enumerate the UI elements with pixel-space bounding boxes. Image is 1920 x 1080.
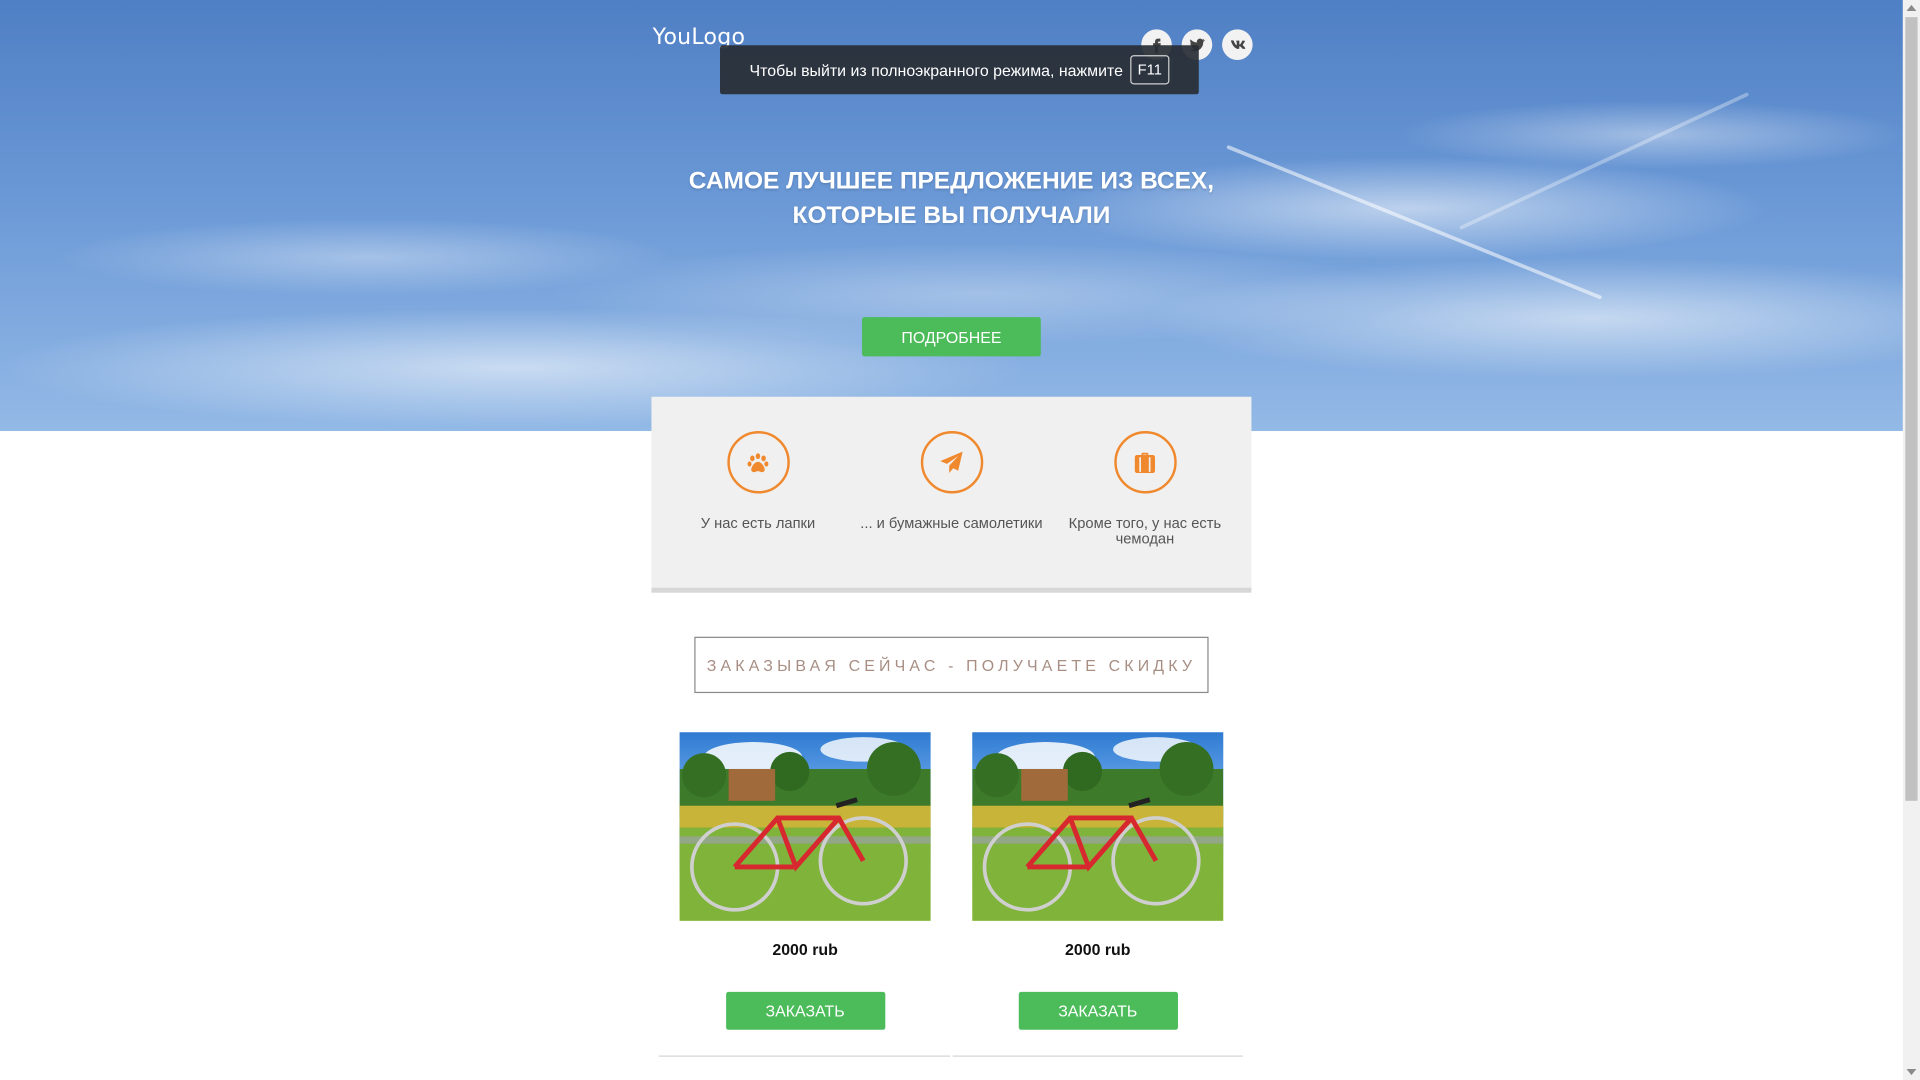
paper-plane-icon — [920, 431, 983, 494]
product-price: 2000 rub — [772, 940, 838, 959]
f11-key-badge: F11 — [1130, 55, 1170, 85]
product-price: 2000 rub — [1065, 940, 1131, 959]
red-bicycle-photo[interactable] — [679, 732, 931, 921]
feature-item: Кроме того, у нас есть чемодан — [1053, 431, 1237, 547]
more-details-button[interactable]: ПОДРОБНЕЕ — [862, 317, 1041, 357]
paw-icon — [726, 431, 790, 494]
red-bicycle-photo[interactable] — [972, 732, 1224, 921]
feature-item: ... и бумажные самолетики — [860, 431, 1044, 531]
page: YouLogo САМОЕ ЛУЧШЕЕ ПРЕДЛОЖЕНИЕ ИЗ ВСЕХ… — [0, 0, 1920, 1080]
product-card: 2000 rub ЗАКАЗАТЬ — [972, 732, 1224, 1030]
fullscreen-notice-text: Чтобы выйти из полноэкранного режима, на… — [749, 60, 1123, 79]
hero-headline-line-1: САМОЕ ЛУЧШЕЕ ПРЕДЛОЖЕНИЕ ИЗ ВСЕХ, — [688, 167, 1215, 195]
feature-text: ... и бумажные самолетики — [860, 514, 1043, 532]
sky-streak — [1459, 92, 1750, 230]
hero-headline-line-2: КОТОРЫЕ ВЫ ПОЛУЧАЛИ — [792, 202, 1111, 229]
scroll-up-icon[interactable] — [1906, 4, 1917, 12]
features-panel: У нас есть лапки ... и бумажные самолети… — [651, 396, 1252, 593]
feature-item: У нас есть лапки — [666, 431, 850, 531]
feature-text: Кроме того, у нас есть чемодан — [1068, 514, 1222, 548]
page-scrollbar[interactable] — [1902, 0, 1920, 1080]
vk-icon[interactable] — [1222, 29, 1253, 61]
scroll-down-icon[interactable] — [1906, 1068, 1917, 1076]
order-button[interactable]: ЗАКАЗАТЬ — [1018, 991, 1178, 1030]
product-divider — [658, 1055, 951, 1057]
fullscreen-exit-notice: Чтобы выйти из полноэкранного режима, на… — [720, 45, 1199, 95]
product-divider — [952, 1055, 1243, 1057]
order-button[interactable]: ЗАКАЗАТЬ — [725, 991, 885, 1030]
scrollbar-thumb[interactable] — [1905, 17, 1918, 801]
discount-banner: ЗАКАЗЫВАЯ СЕЙЧАС - ПОЛУЧАЕТЕ СКИДКУ — [694, 636, 1209, 694]
product-card: 2000 rub ЗАКАЗАТЬ — [679, 732, 931, 1030]
hero-headline: САМОЕ ЛУЧШЕЕ ПРЕДЛОЖЕНИЕ ИЗ ВСЕХ, КОТОРЫ… — [584, 164, 1319, 233]
suitcase-icon — [1113, 431, 1177, 494]
feature-text: У нас есть лапки — [700, 514, 816, 532]
